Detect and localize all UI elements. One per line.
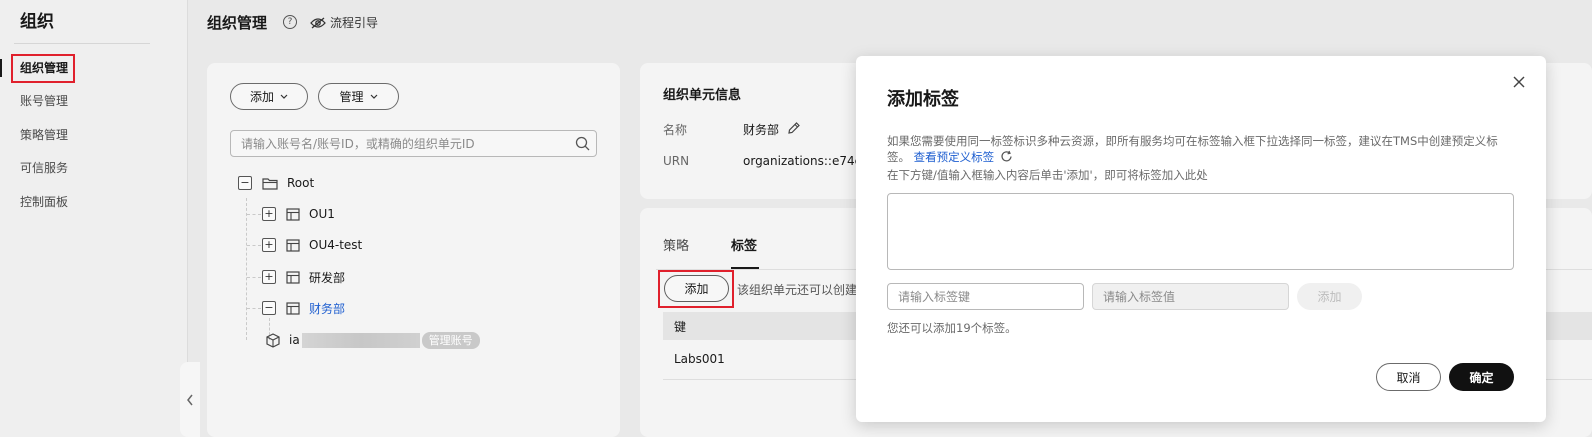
tree-node-ou1[interactable]: + OU1 (262, 205, 335, 223)
edit-icon[interactable] (787, 121, 801, 135)
sidebar-divider (14, 43, 150, 44)
add-dropdown-button[interactable]: 添加 (230, 83, 308, 110)
tree-guide-line (246, 198, 247, 340)
dialog-hint: 在下方键/值输入框输入内容后单击'添加'，即可将标签加入此处 (887, 168, 1208, 182)
tab-tags[interactable]: 标签 (731, 235, 757, 254)
folder-icon (262, 177, 278, 190)
confirm-button[interactable]: 确定 (1449, 363, 1514, 391)
sidebar-item-policy-management[interactable]: 策略管理 (20, 126, 68, 144)
account-name-prefix: ia (289, 333, 300, 347)
eye-icon (310, 17, 326, 28)
tag-add-button[interactable]: 添加 (1297, 283, 1362, 310)
sidebar-item-dashboard[interactable]: 控制面板 (20, 193, 68, 211)
add-dropdown-label: 添加 (249, 90, 274, 104)
tree-guide-line (247, 214, 261, 215)
tree-node-finance[interactable]: − 财务部 (262, 299, 345, 317)
active-tab-indicator (731, 267, 759, 269)
expand-icon[interactable]: + (262, 270, 276, 284)
tree-node-label-selected: 财务部 (309, 301, 346, 316)
management-account-badge: 管理账号 (421, 331, 480, 349)
tree-node-label: 研发部 (309, 270, 346, 285)
expand-icon[interactable]: + (262, 207, 276, 221)
dialog-title: 添加标签 (887, 89, 959, 110)
tree-guide-line (247, 277, 261, 278)
collapse-icon[interactable]: − (238, 176, 252, 190)
refresh-icon[interactable] (1000, 150, 1013, 163)
org-search-input[interactable] (231, 131, 561, 156)
tab-policy[interactable]: 策略 (663, 235, 689, 254)
tag-remaining-hint: 您还可以添加19个标签。 (887, 321, 1017, 335)
org-unit-icon (286, 207, 300, 221)
sidebar-item-account-management[interactable]: 账号管理 (20, 92, 68, 110)
selected-tags-area (887, 193, 1514, 270)
name-value: 财务部 (743, 123, 780, 137)
expand-icon[interactable]: + (262, 238, 276, 252)
chevron-down-icon (370, 94, 377, 99)
highlight-box-sidebar (11, 54, 75, 83)
page-title: 组织管理 (207, 14, 268, 32)
tree-node-label: OU1 (309, 207, 335, 221)
sidebar-collapse-handle[interactable] (180, 362, 200, 437)
name-label: 名称 (663, 123, 688, 137)
cube-icon (266, 332, 280, 348)
urn-label: URN (663, 154, 690, 168)
tree-node-label: Root (287, 176, 315, 190)
add-tag-dialog: 添加标签 如果您需要使用同一标签标识多种云资源，即所有服务均可在标签输入框下拉选… (856, 56, 1546, 422)
close-icon[interactable] (1512, 75, 1526, 89)
cancel-button[interactable]: 取消 (1376, 363, 1441, 391)
org-unit-icon (286, 301, 300, 315)
tree-guide-line (247, 308, 261, 309)
flow-guide-label: 流程引导 (330, 16, 379, 30)
tag-key-input[interactable] (887, 283, 1084, 310)
tag-value-input[interactable] (1092, 283, 1289, 310)
tree-node-root[interactable]: − Root (238, 174, 314, 192)
masked-account-name (301, 332, 420, 348)
table-cell-key: Labs001 (674, 352, 725, 366)
flow-guide-link[interactable]: 流程引导 (310, 14, 378, 31)
org-unit-icon (286, 270, 300, 284)
predefined-tags-link[interactable]: 查看预定义标签 (914, 150, 995, 164)
tag-quota-hint: 该组织单元还可以创建 (737, 283, 858, 297)
sidebar-active-indicator (0, 59, 2, 77)
org-unit-icon (286, 238, 300, 252)
tree-node-ou4-test[interactable]: + OU4-test (262, 236, 362, 254)
org-unit-info-title: 组织单元信息 (663, 88, 742, 103)
tree-node-label: OU4-test (309, 238, 363, 252)
table-header-key: 键 (674, 320, 687, 334)
tree-node-rnd[interactable]: + 研发部 (262, 268, 345, 286)
search-icon[interactable] (575, 136, 590, 151)
org-search-field (230, 130, 597, 157)
help-icon[interactable]: ? (283, 15, 297, 29)
manage-dropdown-button[interactable]: 管理 (318, 83, 399, 110)
tree-node-account[interactable]: ia 管理账号 (266, 331, 480, 349)
tree-guide-line (247, 245, 261, 246)
highlight-box-add-tag (658, 270, 734, 308)
dialog-description: 如果您需要使用同一标签标识多种云资源，即所有服务均可在标签输入框下拉选择同一标签… (887, 133, 1517, 165)
sidebar-title: 组织 (20, 12, 54, 32)
manage-dropdown-label: 管理 (339, 90, 364, 104)
chevron-down-icon (280, 94, 288, 99)
chevron-left-icon (187, 394, 193, 405)
collapse-icon[interactable]: − (262, 301, 276, 315)
sidebar-item-trusted-services[interactable]: 可信服务 (20, 159, 68, 177)
